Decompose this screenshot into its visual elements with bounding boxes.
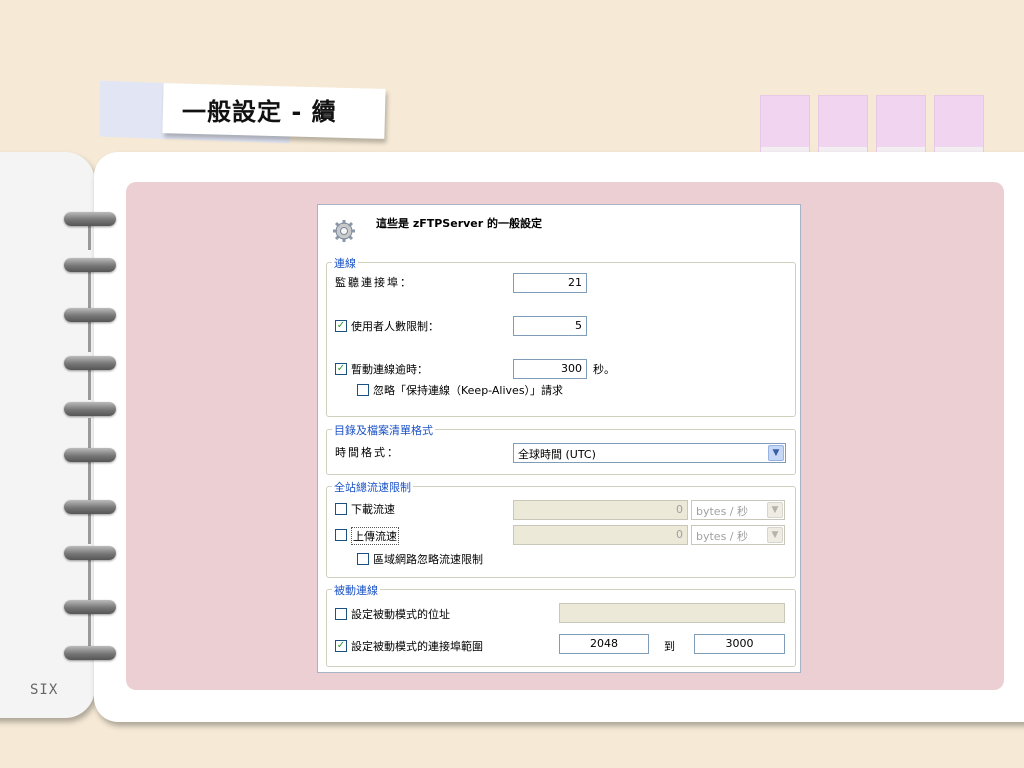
listen-port-label: 監聽連接埠： [335, 276, 413, 289]
idle-timeout-label: 暫動連線逾時： [351, 363, 428, 376]
ring-link [88, 226, 91, 250]
passive-group-label: 被動連線 [332, 582, 380, 598]
slide-title: 一般設定 - 續 [182, 98, 337, 126]
ring-link [88, 418, 91, 448]
download-unit-select[interactable]: bytes / 秒 ▼ [691, 500, 785, 520]
binder-ring [64, 546, 116, 560]
ignore-keepalive-checkbox[interactable] [357, 384, 369, 396]
bandwidth-group: 全站總流速限制 下載流速 0 bytes / 秒 ▼ 上傳流速 0 bytes … [326, 479, 796, 578]
upload-limit-label: 上傳流速 [351, 527, 399, 545]
bandwidth-group-label: 全站總流速限制 [332, 479, 413, 495]
passive-address-input[interactable] [559, 603, 785, 623]
port-range-to-input[interactable]: 3000 [694, 634, 785, 654]
download-limit-label: 下載流速 [351, 503, 395, 516]
ring-link [88, 370, 91, 400]
user-limit-label: 使用者人數限制： [351, 320, 439, 333]
upload-limit-checkbox[interactable] [335, 529, 347, 541]
upload-unit-select[interactable]: bytes / 秒 ▼ [691, 525, 785, 545]
ring-link [88, 322, 91, 352]
ring-link [88, 462, 91, 502]
chevron-down-icon[interactable]: ▼ [767, 502, 783, 518]
download-limit-checkbox[interactable] [335, 503, 347, 515]
time-format-select[interactable]: 全球時間 (UTC) ▼ [513, 443, 786, 463]
dialog-header: 這些是 zFTPServer 的一般設定 [376, 217, 543, 230]
binder-ring [64, 402, 116, 416]
user-limit-checkbox[interactable]: ✓ [335, 320, 347, 332]
ring-link [88, 560, 91, 602]
binder-ring [64, 308, 116, 322]
page-tab-1 [760, 95, 810, 153]
passive-group: 被動連線 設定被動模式的位址 ✓ 設定被動模式的連接埠範圍 2048 到 300… [326, 582, 796, 667]
ring-link [88, 514, 91, 544]
passive-port-range-checkbox[interactable]: ✓ [335, 640, 347, 652]
lan-ignore-checkbox[interactable] [357, 553, 369, 565]
page-tab-4 [934, 95, 984, 153]
idle-timeout-unit: 秒。 [593, 363, 615, 376]
idle-timeout-input[interactable]: 300 [513, 359, 587, 379]
passive-address-checkbox[interactable] [335, 608, 347, 620]
passive-port-range-label: 設定被動模式的連接埠範圍 [351, 640, 483, 653]
user-limit-input[interactable]: 5 [513, 316, 587, 336]
binder-ring [64, 212, 116, 226]
binder-ring [64, 258, 116, 272]
time-format-value: 全球時間 (UTC) [518, 448, 596, 461]
binder-ring [64, 646, 116, 660]
page-tab-3 [876, 95, 926, 153]
listing-format-group-label: 目錄及檔案清單格式 [332, 422, 435, 438]
page-tab-2 [818, 95, 868, 153]
port-range-to-label: 到 [664, 640, 675, 653]
notebook-left-page [0, 152, 95, 718]
gear-icon [333, 220, 355, 242]
lan-ignore-label: 區域網路忽略流速限制 [373, 553, 483, 566]
chevron-down-icon[interactable]: ▼ [767, 527, 783, 543]
connection-group-label: 連線 [332, 255, 358, 271]
listing-format-group: 目錄及檔案清單格式 時間格式： 全球時間 (UTC) ▼ [326, 422, 796, 475]
listen-port-input[interactable]: 21 [513, 273, 587, 293]
settings-dialog: 這些是 zFTPServer 的一般設定 連線 監聽連接埠： 21 ✓ 使用者人… [317, 204, 801, 673]
download-unit-value: bytes / 秒 [696, 505, 749, 518]
download-limit-input[interactable]: 0 [513, 500, 688, 520]
ring-link [88, 614, 91, 646]
binder-ring [64, 500, 116, 514]
binder-ring [64, 356, 116, 370]
binder-ring [64, 600, 116, 614]
ring-link [88, 272, 91, 310]
page-label: SIX [30, 682, 59, 698]
upload-limit-input[interactable]: 0 [513, 525, 688, 545]
ignore-keepalive-label: 忽略「保持連線（Keep-Alives）」請求 [373, 384, 564, 397]
time-format-label: 時間格式： [335, 446, 400, 459]
port-range-from-input[interactable]: 2048 [559, 634, 649, 654]
chevron-down-icon[interactable]: ▼ [768, 445, 784, 461]
binder-ring [64, 448, 116, 462]
connection-group: 連線 監聽連接埠： 21 ✓ 使用者人數限制： 5 ✓ 暫動連線逾時： 300 … [326, 255, 796, 417]
upload-unit-value: bytes / 秒 [696, 530, 749, 543]
passive-address-label: 設定被動模式的位址 [351, 608, 450, 621]
idle-timeout-checkbox[interactable]: ✓ [335, 363, 347, 375]
